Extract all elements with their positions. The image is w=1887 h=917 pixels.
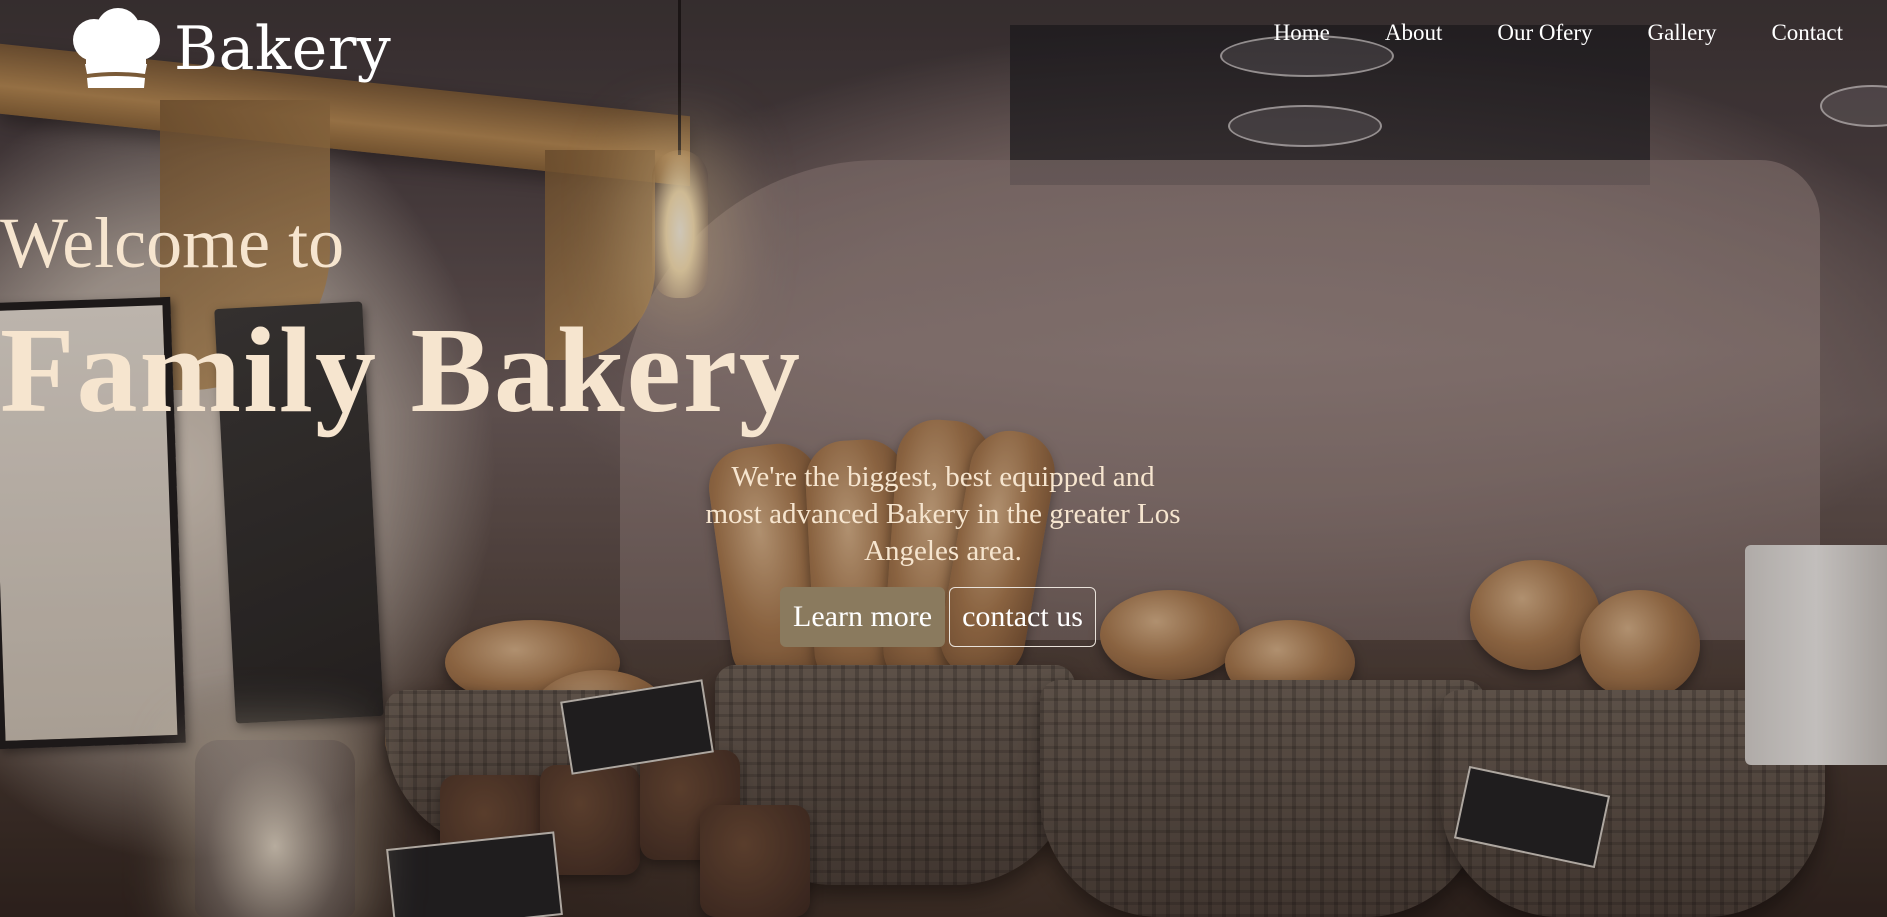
contact-us-button[interactable]: contact us xyxy=(949,587,1096,647)
learn-more-button[interactable]: Learn more xyxy=(780,587,946,647)
brand-logo[interactable]: Bakery xyxy=(68,8,391,90)
hero-section: Bakery Home About Our Ofery Gallery Cont… xyxy=(0,0,1887,917)
hero-welcome-text: Welcome to xyxy=(0,203,345,283)
main-navigation: Home About Our Ofery Gallery Contact xyxy=(1219,19,1843,47)
hero-title: Family Bakery xyxy=(0,303,802,438)
hero-cta-group: Learn more contact us xyxy=(780,587,1096,647)
nav-link-our-ofery[interactable]: Our Ofery xyxy=(1497,19,1592,47)
nav-link-contact[interactable]: Contact xyxy=(1771,19,1843,47)
brand-name: Bakery xyxy=(174,14,392,84)
nav-link-home[interactable]: Home xyxy=(1274,19,1330,47)
nav-link-about[interactable]: About xyxy=(1385,19,1443,47)
chef-hat-icon xyxy=(73,8,160,88)
nav-link-gallery[interactable]: Gallery xyxy=(1647,19,1716,47)
hero-tagline: We're the biggest, best equipped and mos… xyxy=(705,461,1181,567)
